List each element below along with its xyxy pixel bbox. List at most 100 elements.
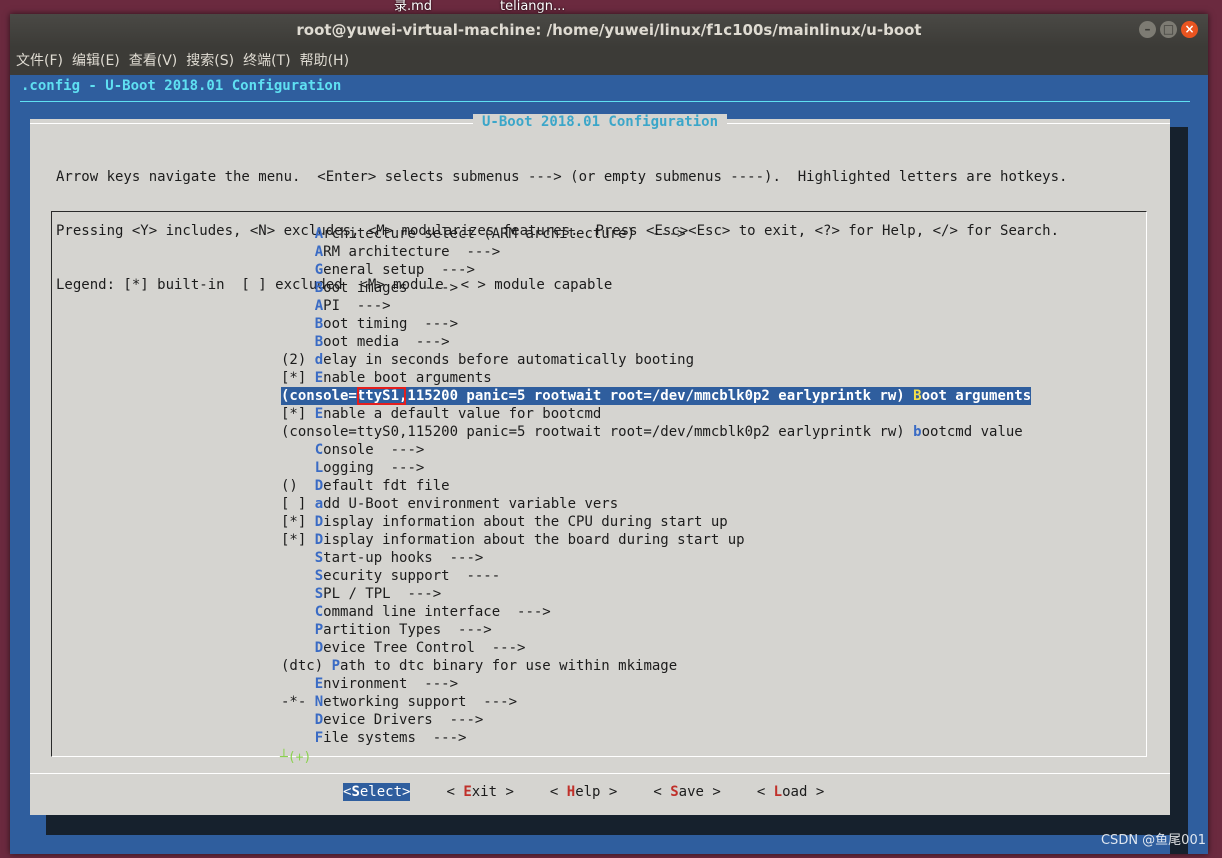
- menu-item[interactable]: Partition Types --->: [281, 621, 1031, 639]
- menu-item-label: ommand line interface --->: [323, 604, 551, 620]
- menu-item[interactable]: [*] Enable a default value for bootcmd: [281, 405, 1031, 423]
- menu-file[interactable]: 文件(F): [16, 47, 63, 75]
- terminal-area[interactable]: .config - U-Boot 2018.01 Configuration U…: [10, 75, 1208, 854]
- button-label: ave >: [678, 784, 721, 800]
- menu-item-label: PI --->: [323, 298, 391, 314]
- menu-item[interactable]: () Default fdt file: [281, 477, 1031, 495]
- desktop-file-label[interactable]: teliangn...: [500, 0, 565, 14]
- menu-item[interactable]: Architecture select (ARM architecture) -…: [281, 225, 1031, 243]
- menu-help[interactable]: 帮助(H): [300, 47, 349, 75]
- button-label: elect>: [359, 784, 411, 800]
- menu-item-label: isplay information about the CPU during …: [323, 514, 728, 530]
- menu-item-hotkey: D: [314, 532, 324, 548]
- menu-item[interactable]: Command line interface --->: [281, 603, 1031, 621]
- menu-item-prefix: [281, 280, 315, 296]
- menu-item-hotkey: L: [314, 460, 324, 476]
- menu-item-hotkey: C: [314, 604, 324, 620]
- select-button[interactable]: <Select>: [343, 783, 411, 801]
- more-indicator: ┴(+): [280, 750, 312, 765]
- menu-item-prefix: [281, 730, 315, 746]
- menu-item[interactable]: Device Tree Control --->: [281, 639, 1031, 657]
- menu-item-hotkey: D: [314, 712, 324, 728]
- menu-item-label: oot timing --->: [323, 316, 459, 332]
- menu-item-label: ecurity support ----: [323, 568, 501, 584]
- menu-item[interactable]: Device Drivers --->: [281, 711, 1031, 729]
- menu-item[interactable]: Console --->: [281, 441, 1031, 459]
- window-titlebar[interactable]: root@yuwei-virtual-machine: /home/yuwei/…: [10, 14, 1208, 47]
- menu-item-label: artition Types --->: [323, 622, 492, 638]
- menu-item-hotkey: d: [314, 352, 324, 368]
- menu-item-label: nable a default value for bootcmd: [323, 406, 602, 422]
- menu-item[interactable]: ARM architecture --->: [281, 243, 1031, 261]
- menu-item[interactable]: Boot images --->: [281, 279, 1031, 297]
- menu-item[interactable]: -*- Networking support --->: [281, 693, 1031, 711]
- menu-item[interactable]: Security support ----: [281, 567, 1031, 585]
- menu-item-prefix: [281, 604, 315, 620]
- menu-item[interactable]: [*] Display information about the CPU du…: [281, 513, 1031, 531]
- menu-item-prefix: [281, 442, 315, 458]
- menu-item-prefix: [281, 640, 315, 656]
- menu-item-label: eneral setup --->: [323, 262, 475, 278]
- menu-item[interactable]: (console=ttyS0,115200 panic=5 rootwait r…: [281, 423, 1031, 441]
- menu-item[interactable]: General setup --->: [281, 261, 1031, 279]
- menu-item-label: rchitecture select (ARM architecture) --…: [323, 226, 686, 242]
- menu-item-hotkey: b: [913, 424, 922, 440]
- menu-item[interactable]: Start-up hooks --->: [281, 549, 1031, 567]
- menu-item-hotkey: G: [314, 262, 324, 278]
- menu-item-prefix: [281, 334, 315, 350]
- button-separator: [30, 773, 1170, 774]
- menu-item[interactable]: File systems --->: [281, 729, 1031, 747]
- menu-item-hotkey: C: [314, 442, 324, 458]
- button-hotkey: S: [670, 784, 679, 800]
- menu-item-hotkey: D: [314, 478, 324, 494]
- menu-item-prefix: -*-: [281, 694, 315, 710]
- menu-item-prefix: [281, 712, 315, 728]
- help-button[interactable]: < Help >: [550, 783, 617, 801]
- menu-item-prefix: [281, 568, 315, 584]
- menu-item[interactable]: Logging --->: [281, 459, 1031, 477]
- menu-item[interactable]: Boot timing --->: [281, 315, 1031, 333]
- menuconfig-dialog: U-Boot 2018.01 Configuration Arrow keys …: [30, 114, 1170, 815]
- menu-item-hotkey: a: [314, 496, 324, 512]
- menu-item-label: etworking support --->: [323, 694, 518, 710]
- menu-item[interactable]: [ ] add U-Boot environment variable vers: [281, 495, 1031, 513]
- highlight-box: [357, 387, 406, 405]
- menu-item-prefix: [281, 460, 315, 476]
- menu-search[interactable]: 搜索(S): [186, 47, 234, 75]
- menu-item-label: nable boot arguments: [323, 370, 492, 386]
- menu-item[interactable]: SPL / TPL --->: [281, 585, 1031, 603]
- menu-item[interactable]: API --->: [281, 297, 1031, 315]
- maximize-icon[interactable]: □: [1160, 21, 1177, 38]
- save-button[interactable]: < Save >: [653, 783, 720, 801]
- menu-item-prefix: [281, 316, 315, 332]
- menu-item-hotkey: S: [314, 550, 324, 566]
- menu-item-label: efault fdt file: [323, 478, 450, 494]
- menu-item[interactable]: [*] Display information about the board …: [281, 531, 1031, 549]
- menu-item-label: ootcmd value: [921, 424, 1023, 440]
- menu-item-prefix: [281, 244, 315, 260]
- help-line: Arrow keys navigate the menu. <Enter> se…: [56, 169, 1068, 185]
- menu-terminal[interactable]: 终端(T): [243, 47, 290, 75]
- minimize-icon[interactable]: –: [1139, 21, 1156, 38]
- menu-item[interactable]: Boot media --->: [281, 333, 1031, 351]
- menu-item-prefix: [*]: [281, 406, 315, 422]
- menu-item-prefix: [281, 586, 315, 602]
- button-hotkey: L: [773, 784, 783, 800]
- menu-item[interactable]: (2) delay in seconds before automaticall…: [281, 351, 1031, 369]
- exit-button[interactable]: < Exit >: [446, 783, 513, 801]
- desktop-file-label[interactable]: 录.md: [394, 0, 432, 14]
- menu-item-prefix: [281, 226, 315, 242]
- menu-item[interactable]: (dtc) Path to dtc binary for use within …: [281, 657, 1031, 675]
- menu-item[interactable]: (console=ttyS1,115200 panic=5 rootwait r…: [281, 387, 1032, 405]
- load-button[interactable]: < Load >: [757, 783, 824, 801]
- menu-item[interactable]: [*] Enable boot arguments: [281, 369, 1031, 387]
- menu-item-label: onsole --->: [323, 442, 425, 458]
- menu-item-hotkey: E: [314, 676, 324, 692]
- menu-item[interactable]: Environment --->: [281, 675, 1031, 693]
- close-icon[interactable]: ×: [1181, 21, 1198, 38]
- menu-view[interactable]: 查看(V): [129, 47, 178, 75]
- menu-item-label: ath to dtc binary for use within mkimage: [340, 658, 678, 674]
- button-row: <Select> < Exit > < Help > < Save > < Load >: [343, 783, 860, 801]
- menu-edit[interactable]: 编辑(E): [72, 47, 120, 75]
- menu-item-hotkey: D: [314, 640, 324, 656]
